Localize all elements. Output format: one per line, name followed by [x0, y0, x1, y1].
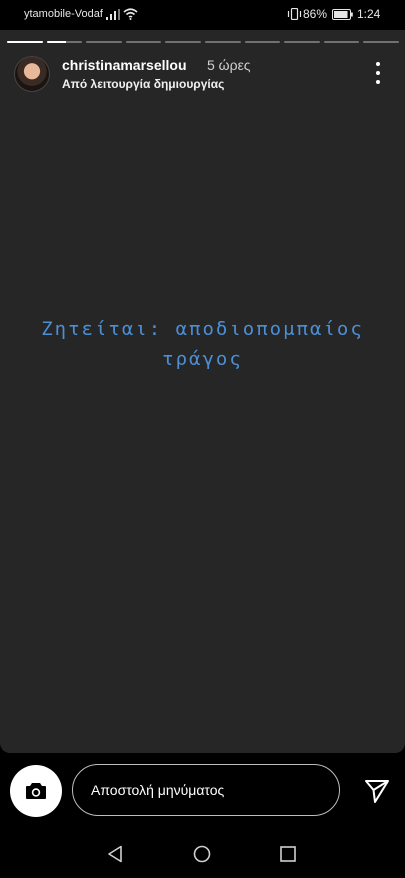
carrier-name: ytamobile-Vodaf	[24, 8, 103, 20]
message-input-placeholder: Αποστολή μηνύματος	[91, 782, 225, 798]
progress-segment	[284, 41, 320, 43]
progress-segment	[46, 41, 83, 43]
home-icon[interactable]	[193, 845, 211, 863]
wifi-icon	[123, 8, 138, 20]
avatar[interactable]	[14, 56, 50, 92]
story-progress-bar	[7, 41, 399, 44]
username[interactable]: christinamarsellou	[62, 57, 187, 73]
more-vertical-icon[interactable]	[368, 62, 388, 84]
back-icon[interactable]	[106, 845, 124, 863]
battery-icon	[332, 9, 353, 20]
progress-segment-fill	[7, 41, 43, 43]
progress-segment	[7, 41, 43, 43]
progress-segment	[86, 41, 122, 43]
story-time-ago: 5 ώρες	[207, 57, 251, 73]
story-text: Ζητείται: αποδιοπομπαίος τράγος	[20, 314, 385, 374]
camera-icon	[26, 783, 46, 799]
story-text-line-2: τράγος	[162, 348, 243, 370]
battery-percent: 86%	[303, 7, 328, 21]
progress-segment	[204, 41, 241, 43]
story-text-line-1: Ζητείται: αποδιοπομπαίος	[41, 318, 364, 340]
clock: 1:24	[357, 7, 381, 21]
progress-segment	[165, 41, 201, 43]
camera-button[interactable]	[10, 765, 62, 817]
progress-segment	[125, 41, 162, 43]
recent-apps-icon[interactable]	[280, 846, 296, 862]
signal-icon	[106, 9, 120, 20]
send-icon[interactable]	[364, 778, 390, 804]
status-bar: ytamobile-Vodaf 86% 1:24	[0, 0, 405, 30]
progress-segment-fill	[46, 41, 67, 43]
vibrate-icon	[287, 8, 302, 20]
story-viewer[interactable]: christinamarsellou 5 ώρες Από λειτουργία…	[0, 30, 405, 753]
message-input[interactable]: Αποστολή μηνύματος	[72, 764, 340, 816]
progress-segment	[363, 41, 399, 43]
progress-segment	[323, 41, 360, 43]
story-subtitle[interactable]: Από λειτουργία δημιουργίας	[62, 77, 224, 91]
progress-segment	[244, 41, 281, 43]
